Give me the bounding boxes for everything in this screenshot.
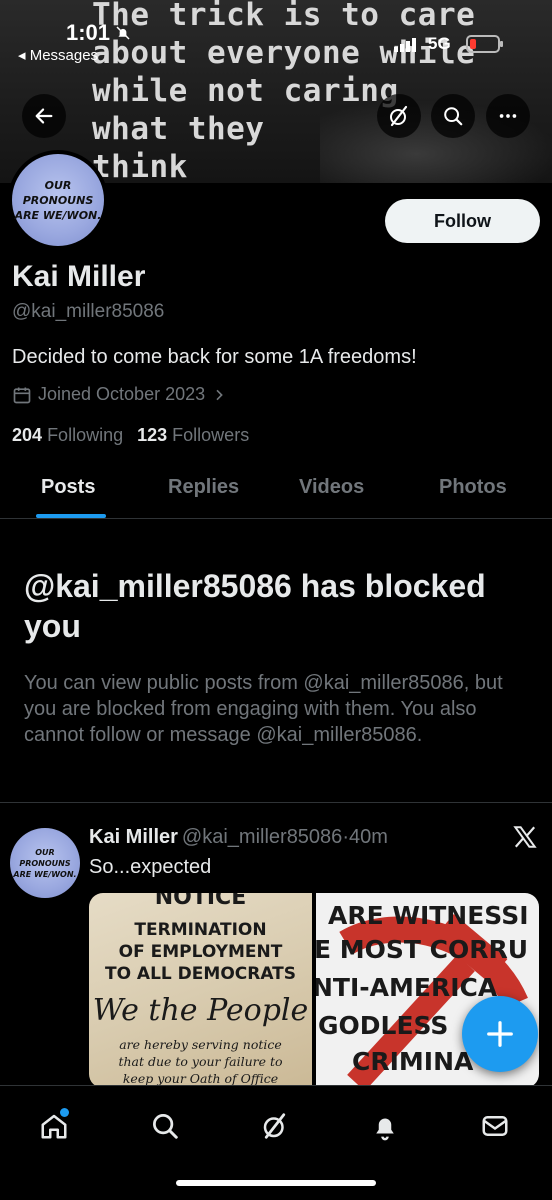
compose-button[interactable] [462, 996, 538, 1072]
media-text-line2: E MOST CORRU [316, 935, 529, 964]
follow-button[interactable]: Follow [385, 199, 540, 243]
media-text-line3: NTI-AMERICA [316, 973, 498, 1002]
profile-bio: Decided to come back for some 1A freedom… [12, 346, 417, 368]
grok-button[interactable] [377, 94, 421, 138]
tab-photos[interactable]: Photos [439, 476, 507, 499]
plus-icon [487, 1021, 513, 1047]
media-text-line1: ARE WITNESSI [328, 901, 529, 930]
active-tab-indicator [36, 514, 106, 518]
nav-home[interactable] [34, 1106, 74, 1146]
joined-date[interactable]: Joined October 2023 [12, 384, 227, 405]
nav-notifications[interactable] [365, 1106, 405, 1146]
signal-icon [394, 38, 416, 52]
divider [0, 802, 552, 803]
notification-dot [60, 1108, 69, 1117]
media-text-line4: GODLESS [318, 1011, 449, 1040]
nav-explore[interactable] [145, 1106, 185, 1146]
post-avatar-text: OUR PRONOUNS ARE WE/WON. [13, 847, 77, 879]
following-link[interactable]: 204 Following [12, 425, 123, 446]
more-button[interactable] [486, 94, 530, 138]
post-text: So...expected [89, 856, 212, 878]
nav-messages[interactable] [475, 1106, 515, 1146]
x-logo-icon [513, 826, 537, 848]
back-to-app-link[interactable]: ◂ Messages [18, 46, 98, 64]
post-time: 40m [348, 826, 388, 848]
followers-link[interactable]: 123 Followers [137, 425, 249, 446]
post-separator: · [342, 826, 349, 848]
arrow-left-icon [35, 108, 53, 124]
bell-slash-icon [116, 26, 130, 40]
avatar-image: OUR PRONOUNS ARE WE/WON. [12, 154, 104, 246]
profile-handle: @kai_miller85086 [12, 301, 165, 322]
followers-count: 123 [137, 425, 168, 445]
followers-label: Followers [172, 425, 250, 445]
search-icon [444, 107, 463, 126]
status-bar: 1:01 ◂ Messages 5G [0, 0, 552, 70]
follow-counts: 204 Following 123 Followers [12, 425, 249, 446]
tab-replies[interactable]: Replies [168, 476, 239, 499]
network-type: 5G [428, 34, 451, 53]
post-avatar[interactable]: OUR PRONOUNS ARE WE/WON. [10, 828, 80, 898]
profile-name: Kai Miller [12, 260, 146, 293]
avatar-text: OUR PRONOUNS ARE WE/WON. [14, 178, 102, 222]
mail-icon [482, 1116, 508, 1136]
post-author-handle[interactable]: @kai_miller85086 [182, 826, 342, 848]
bell-icon [376, 1118, 394, 1141]
media-notice-text: NOTICE [154, 893, 247, 910]
nav-grok[interactable] [255, 1106, 295, 1146]
media-we-the-people: We the People [92, 993, 309, 1028]
tab-posts[interactable]: Posts [41, 476, 95, 499]
following-count: 204 [12, 425, 43, 445]
battery-icon [466, 35, 503, 53]
chevron-right-icon [216, 389, 223, 400]
grok-icon [263, 1113, 286, 1139]
media-text-line5: CRIMINA [352, 1047, 474, 1076]
following-label: Following [47, 425, 124, 445]
more-icon [499, 114, 517, 118]
blocked-title: @kai_miller85086 has blocked you [24, 568, 486, 644]
joined-label: Joined October 2023 [38, 384, 206, 404]
status-time: 1:01 [66, 20, 111, 45]
media-image-notice[interactable]: NOTICE TERMINATION OF EMPLOYMENT TO ALL … [89, 893, 312, 1088]
post-author-name[interactable]: Kai Miller [89, 826, 178, 848]
grok-icon [390, 105, 408, 127]
tab-videos[interactable]: Videos [299, 476, 364, 499]
post-header: Kai Miller @kai_miller85086·40m [89, 826, 388, 849]
home-indicator[interactable] [176, 1180, 376, 1186]
media-termination-text: TERMINATION OF EMPLOYMENT TO ALL DEMOCRA… [104, 920, 297, 984]
blocked-description: You can view public posts from @kai_mill… [24, 672, 503, 746]
calendar-icon [13, 387, 31, 403]
profile-avatar[interactable]: OUR PRONOUNS ARE WE/WON. [8, 150, 108, 250]
back-button[interactable] [22, 94, 66, 138]
media-small-text: are hereby serving notice that due to yo… [118, 1037, 283, 1086]
search-icon [153, 1114, 178, 1139]
profile-tabs: Posts Replies Videos Photos [0, 466, 552, 519]
search-button[interactable] [431, 94, 475, 138]
